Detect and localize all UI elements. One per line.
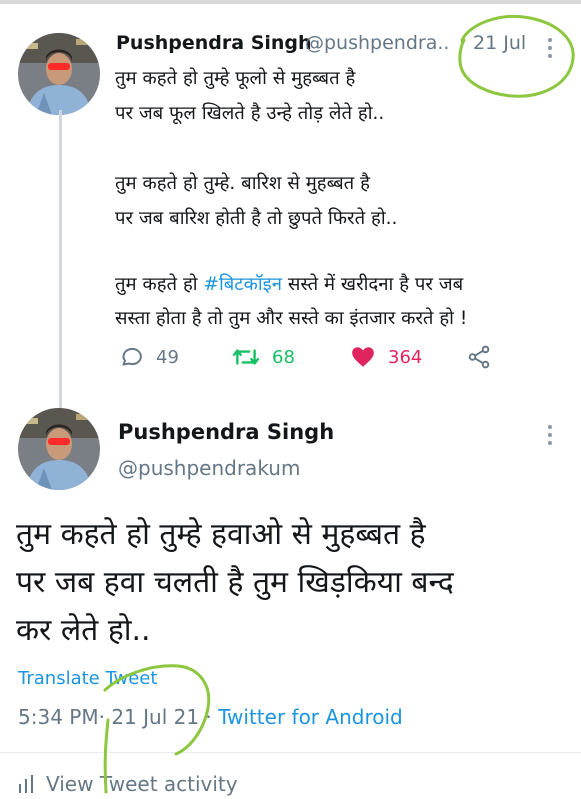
share-icon [468, 345, 490, 369]
bar-chart-icon [19, 775, 33, 793]
retweet-count: 68 [272, 346, 295, 368]
hashtag-link[interactable]: #बिटकॉइन [203, 274, 282, 295]
tweet1-text-line: पर जब बारिश होती है तो छुपते फिरते हो.. [115, 208, 398, 229]
source-link[interactable]: Twitter for Android [218, 705, 403, 729]
tweet1-text-line: तुम कहते हो तुम्हे. बारिश से मुहब्बत है [115, 173, 370, 194]
like-button[interactable]: 364 [350, 344, 422, 370]
reply-count: 49 [156, 346, 179, 368]
tweet2-author-handle[interactable]: @pushpendrakum [118, 456, 300, 480]
avatar[interactable] [18, 33, 100, 115]
view-activity-button[interactable]: View Tweet activity [18, 772, 238, 796]
more-vertical-icon[interactable] [547, 425, 553, 449]
tweet1-author-name[interactable]: Pushpendra Singh [116, 32, 312, 54]
reply-button[interactable]: 49 [118, 344, 179, 370]
tweet1-date[interactable]: 21 Jul [473, 32, 526, 54]
like-count: 364 [388, 346, 423, 368]
retweet-icon [232, 349, 260, 365]
avatar[interactable] [18, 408, 100, 490]
tweet-meta: 5:34 PM· 21 Jul 21 · Twitter for Android [18, 705, 403, 729]
tweet-time[interactable]: 5:34 PM [18, 705, 99, 729]
more-vertical-icon[interactable] [547, 38, 553, 62]
tweet2-text-line: पर जब हवा चलती है तुम खिड़किया बन्द [16, 565, 454, 600]
tweet1-separator: · [459, 32, 466, 54]
top-divider [0, 0, 581, 4]
tweet1-text-line: तुम कहते हो #बिटकॉइन सस्ते में खरीदना है… [115, 272, 463, 298]
meta-separator: · [98, 705, 105, 729]
retweet-button[interactable]: 68 [232, 344, 295, 370]
meta-separator: · [205, 705, 212, 729]
translate-tweet-link[interactable]: Translate Tweet [18, 668, 157, 689]
share-button[interactable] [466, 344, 504, 370]
tweet-date[interactable]: 21 Jul 21 [111, 705, 199, 729]
tweet1-author-handle[interactable]: @pushpendra.. [305, 32, 449, 54]
tweet1-text-suffix: सस्ते में खरीदना है पर जब [281, 274, 464, 295]
tweet1-text-line: तुम कहते हो तुम्हे फूलो से मुहब्बत है [115, 68, 356, 89]
divider [0, 752, 581, 753]
tweet1-text-line: पर जब फूल खिलते है उन्हे तोड़ लेते हो.. [115, 103, 385, 124]
tweet2-text-line: तुम कहते हो तुम्हे हवाओ से मुहब्बत है [16, 517, 426, 552]
tweet1-text-line: सस्ता होता है तो तुम और सस्ते का इंतजार … [115, 308, 468, 329]
tweet2-text-line: कर लेते हो.. [16, 613, 151, 648]
thread-line [59, 110, 62, 408]
heart-icon [352, 347, 374, 367]
reply-icon [122, 347, 142, 366]
view-activity-label: View Tweet activity [46, 772, 238, 796]
tweet2-author-name[interactable]: Pushpendra Singh [118, 420, 334, 444]
tweet1-text-prefix: तुम कहते हो [115, 274, 204, 295]
